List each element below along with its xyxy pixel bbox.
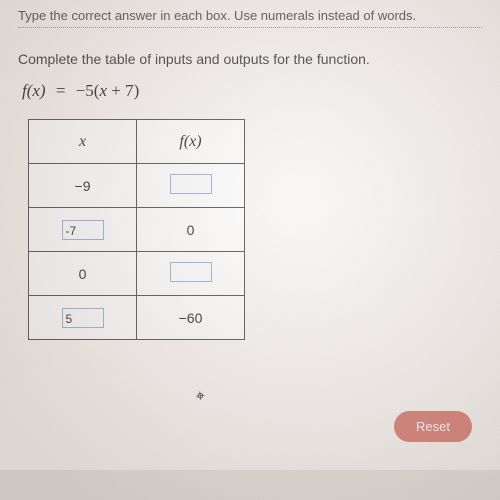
cell-fx-3: −60: [137, 296, 245, 340]
io-table: x f(x) −9 -7 0 0 5 −60: [28, 119, 245, 340]
cell-fx-1: 0: [137, 208, 245, 252]
header-fx: f(x): [137, 120, 245, 164]
table-row: 5 −60: [29, 296, 245, 340]
table-header-row: x f(x): [29, 120, 245, 164]
formula-eq: =: [56, 81, 66, 100]
formula-rhs: −5(x + 7): [76, 81, 140, 100]
input-x-3[interactable]: 5: [62, 308, 104, 328]
header-x: x: [29, 120, 137, 164]
table-row: −9: [29, 164, 245, 208]
cell-x-2: 0: [29, 252, 137, 296]
top-instruction-text: Type the correct answer in each box. Use…: [0, 0, 500, 33]
cell-fx-0: [137, 164, 245, 208]
worksheet-page: Type the correct answer in each box. Use…: [0, 0, 500, 470]
formula-lhs: f(x): [22, 81, 46, 100]
cell-x-0: −9: [29, 164, 137, 208]
reset-button[interactable]: Reset: [394, 411, 472, 442]
input-x-1[interactable]: -7: [62, 220, 104, 240]
function-formula: f(x) = −5(x + 7): [0, 77, 500, 119]
cell-x-1: -7: [29, 208, 137, 252]
input-fx-2[interactable]: [170, 262, 212, 282]
input-fx-0[interactable]: [170, 174, 212, 194]
question-text: Complete the table of inputs and outputs…: [0, 33, 500, 77]
cell-fx-2: [137, 252, 245, 296]
cell-x-3: 5: [29, 296, 137, 340]
table-container: x f(x) −9 -7 0 0 5 −60: [0, 119, 500, 340]
mouse-cursor-icon: ⌖: [195, 387, 206, 406]
table-row: 0: [29, 252, 245, 296]
table-row: -7 0: [29, 208, 245, 252]
